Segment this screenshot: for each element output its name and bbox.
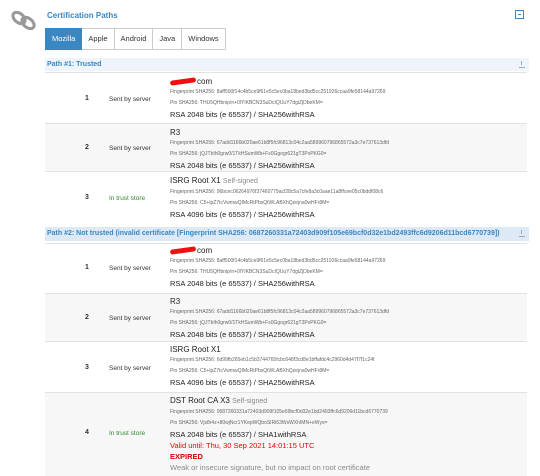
row-number: 2	[85, 144, 89, 151]
redaction-mark	[169, 246, 197, 256]
cert-name: com	[169, 245, 525, 256]
cert-fingerprint: Fingerprint SHA256: 0687260331a72403d909…	[170, 409, 388, 415]
row-status: Sent by server	[109, 96, 151, 103]
cert-key: RSA 4096 bits (e 65537) / SHA256withRSA	[170, 210, 315, 219]
row-number: 1	[85, 264, 89, 271]
cert-key: RSA 2048 bits (e 65537) / SHA256withRSA	[170, 330, 315, 339]
self-signed-label: Self-signed	[222, 178, 258, 185]
tab-apple[interactable]: Apple	[82, 28, 115, 50]
cert-pin: Pin SHA256: THU5QHbnip/n+0lYIKBCN3SuDcIQ…	[170, 100, 323, 106]
path-1-header: Path #1: Trusted	[45, 58, 529, 71]
table-row: 2 Sent by server R3 Fingerprint SHA256: …	[45, 123, 527, 172]
table-row: 3 Sent by server ISRG Root X1 Fingerprin…	[45, 341, 527, 393]
cert-name: DST Root CA X3 Self-signed	[170, 396, 268, 405]
cert-fingerprint: Fingerprint SHA256: 67add1166b020ae61b8f…	[170, 309, 389, 315]
row-status: In trust store	[109, 195, 146, 202]
cert-name: R3	[170, 128, 181, 137]
download-icon[interactable]	[519, 230, 525, 237]
cert-key: RSA 4096 bits (e 65537) / SHA256withRSA	[170, 378, 315, 387]
table-row: 1 Sent by server com Fingerprint SHA256:…	[45, 72, 527, 129]
cert-name: R3	[170, 297, 181, 306]
cert-key: RSA 2048 bits (e 65537) / SHA256withRSA	[170, 110, 315, 119]
row-status: In trust store	[109, 430, 146, 437]
cert-name: ISRG Root X1 Self-signed	[170, 176, 258, 185]
table-row: 4 In trust store DST Root CA X3 Self-sig…	[45, 392, 527, 476]
cert-pin: Pin SHA256: Vjs8r4z+80wjNcr1YKepWQboSIRi…	[170, 420, 328, 426]
row-status: Sent by server	[109, 365, 151, 372]
row-status: Sent by server	[109, 265, 151, 272]
path-1-title: Path #1: Trusted	[47, 61, 102, 68]
table-row: 1 Sent by server com Fingerprint SHA256:…	[45, 243, 527, 294]
cert-fingerprint: Fingerprint SHA256: 6d99fb265eb1c5b37447…	[170, 357, 375, 363]
redaction-mark	[169, 77, 197, 87]
cert-fingerprint: Fingerprint SHA256: 8aff500f14c4b5ce9f61…	[170, 89, 386, 95]
download-icon[interactable]	[519, 61, 525, 68]
cert-name: ISRG Root X1	[170, 345, 221, 354]
page-title: Certification Paths	[47, 11, 118, 20]
cert-key: RSA 2048 bits (e 65537) / SHA256withRSA	[170, 279, 315, 288]
cert-pin: Pin SHA256: C5+lpZ7tcVwmwQIMcRtPbsQtWLAB…	[170, 200, 330, 206]
tab-mozilla[interactable]: Mozilla	[45, 28, 83, 50]
row-number: 1	[85, 95, 89, 102]
row-number: 3	[85, 364, 89, 371]
table-row: 2 Sent by server R3 Fingerprint SHA256: …	[45, 293, 527, 342]
signature-warning: Weak or insecure signature, but no impac…	[170, 463, 370, 472]
row-status: Sent by server	[109, 315, 151, 322]
tab-java[interactable]: Java	[153, 28, 183, 50]
cert-name: com	[169, 76, 525, 87]
cert-pin: Pin SHA256: C5+lpZ7tcVwmwQIMcRtPbsQtWLAB…	[170, 368, 330, 374]
cert-valid-until: Valid until: Thu, 30 Sep 2021 14:01:15 U…	[170, 441, 315, 450]
cert-key: RSA 2048 bits (e 65537) / SHA256withRSA	[170, 161, 315, 170]
cert-fingerprint: Fingerprint SHA256: 96bcec06264976f37460…	[170, 189, 384, 195]
row-number: 2	[85, 314, 89, 321]
self-signed-label: Self-signed	[232, 398, 268, 405]
path-2-header: Path #2: Not trusted (invalid certificat…	[45, 227, 529, 241]
cert-key: RSA 2048 bits (e 65537) / SHA1withRSA	[170, 430, 307, 439]
client-tabs: Mozilla Apple Android Java Windows	[45, 28, 226, 50]
path-2-title: Path #2: Not trusted (invalid certificat…	[47, 230, 500, 237]
expired-badge: EXPIRED	[170, 452, 203, 461]
tab-windows[interactable]: Windows	[182, 28, 226, 50]
cert-pin: Pin SHA256: jQJTbIh0grw0/1TkHSumWb+Fs0Gg…	[170, 320, 327, 326]
row-number: 3	[85, 194, 89, 201]
table-row: 3 In trust store ISRG Root X1 Self-signe…	[45, 171, 527, 224]
chain-link-icon	[11, 10, 36, 30]
cert-fingerprint: Fingerprint SHA256: 8aff500f14c4b5ce9f61…	[170, 258, 386, 264]
cert-fingerprint: Fingerprint SHA256: 67add1166b020ae61b8f…	[170, 140, 389, 146]
row-number: 4	[85, 429, 89, 436]
tab-android[interactable]: Android	[114, 28, 154, 50]
cert-pin: Pin SHA256: THU5QHbnip/n+0lYIKBCN3SuDcIQ…	[170, 269, 323, 275]
row-status: Sent by server	[109, 145, 151, 152]
collapse-icon[interactable]	[515, 10, 524, 19]
cert-pin: Pin SHA256: jQJTbIh0grw0/1TkHSumWb+Fs0Gg…	[170, 151, 327, 157]
